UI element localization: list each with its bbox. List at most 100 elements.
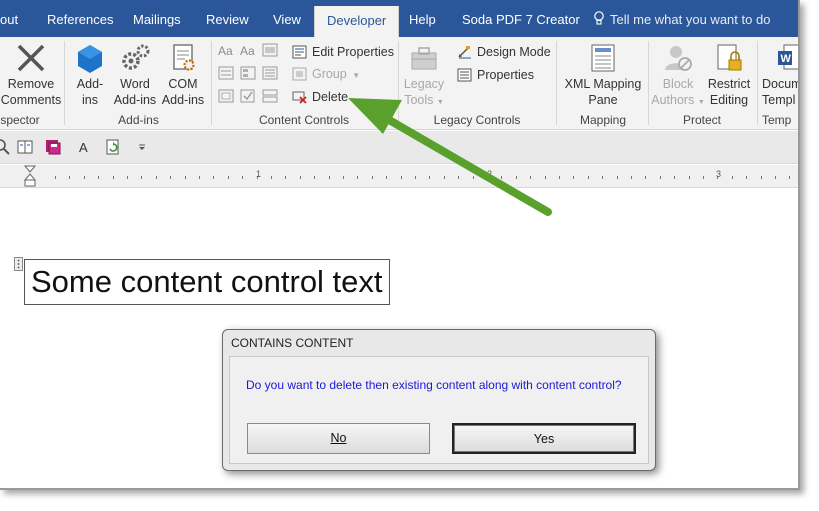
document-lock-icon <box>713 43 745 73</box>
ruler-tick <box>185 176 186 179</box>
ruler-tick <box>213 176 214 179</box>
group-label-mapping: Mapping <box>579 113 627 127</box>
design-mode-icon <box>457 45 472 59</box>
restrict-editing-label-1: Restrict <box>707 77 751 91</box>
block-authors-button[interactable]: Block Authors ▼ <box>651 43 705 111</box>
ruler-tick <box>458 176 459 179</box>
combo-box-control-icon[interactable] <box>240 66 256 80</box>
legacy-tools-button[interactable]: Legacy Tools ▼ <box>401 43 447 111</box>
ruler-tick <box>271 176 272 179</box>
tell-me-text: Tell me what you want to do <box>610 12 771 27</box>
ruler-tick <box>314 176 315 179</box>
tab-mailings[interactable]: Mailings <box>133 0 181 37</box>
rich-text-control-icon[interactable]: Aa <box>218 43 233 58</box>
ruler-tick <box>588 176 589 179</box>
document-template-label-2: Templ <box>762 93 796 107</box>
zoom-icon[interactable] <box>0 139 10 155</box>
restrict-editing-button[interactable]: Restrict Editing <box>705 43 753 108</box>
add-ins-button[interactable]: Add- ins <box>71 43 109 108</box>
remove-comments-label-1: Remove <box>7 77 55 91</box>
document-template-label-1: Docum <box>762 77 800 91</box>
group-label-templates: Temp <box>762 113 792 127</box>
xml-mapping-pane-button[interactable]: XML Mapping Pane <box>560 43 646 108</box>
content-control-handle[interactable] <box>14 257 23 271</box>
remove-comments-label-2: Comments <box>0 93 62 107</box>
ruler-tick <box>329 176 330 179</box>
properties-button[interactable]: Properties <box>457 65 534 85</box>
group-label-protect: Protect <box>682 113 721 127</box>
toolbox-icon <box>408 43 440 73</box>
tab-soda-pdf[interactable]: Soda PDF 7 Creator <box>462 0 580 37</box>
repeating-section-control-icon[interactable] <box>262 89 278 103</box>
ruler-tick <box>242 176 243 179</box>
tab-developer[interactable]: Developer <box>314 6 400 37</box>
ruler-tick <box>516 176 517 179</box>
ruler-tick <box>444 176 445 179</box>
drag-dots-icon <box>17 259 20 269</box>
group-label-legacy-controls: Legacy Controls <box>433 113 521 127</box>
com-add-ins-label-2: Add-ins <box>161 93 205 107</box>
block-authors-label-2: Authors ▼ <box>651 93 705 107</box>
ruler-tick <box>631 176 632 179</box>
tell-me-box[interactable]: Tell me what you want to do <box>593 0 770 37</box>
ruler-tick <box>689 176 690 179</box>
ribbon-developer: Remove Comments spector Add- ins Word Ad… <box>0 37 800 130</box>
tab-review[interactable]: Review <box>206 0 249 37</box>
design-mode-label: Design Mode <box>477 45 551 59</box>
ruler-tick <box>113 176 114 179</box>
group-button[interactable]: Group ▼ <box>292 64 360 84</box>
delete-button[interactable]: Delete <box>292 87 348 107</box>
edit-properties-button[interactable]: Edit Properties <box>292 42 394 62</box>
ruler-tick <box>285 176 286 179</box>
lightbulb-icon <box>594 11 604 25</box>
hexagon-icon <box>74 43 106 73</box>
word-add-ins-label-1: Word <box>120 77 150 91</box>
drop-down-list-control-icon[interactable] <box>262 66 278 80</box>
tab-view[interactable]: View <box>273 0 301 37</box>
ruler-mark: 2 <box>487 169 493 179</box>
ruler-tick <box>300 176 301 179</box>
block-authors-icon <box>662 43 694 73</box>
date-picker-control-icon[interactable] <box>218 89 234 103</box>
book-icon[interactable] <box>17 139 33 155</box>
picture-control-icon[interactable] <box>262 43 278 57</box>
word-add-ins-button[interactable]: Word Add-ins <box>112 43 158 108</box>
com-add-ins-button[interactable]: COM Add-ins <box>160 43 206 108</box>
ruler-tick <box>84 176 85 179</box>
customize-toolbar-icon[interactable] <box>135 139 151 155</box>
ruler-tick <box>545 176 546 179</box>
tab-help[interactable]: Help <box>409 0 436 37</box>
font-a-icon[interactable]: A <box>77 139 93 155</box>
svg-text:Aa: Aa <box>240 44 255 57</box>
check-box-control-icon[interactable] <box>240 89 255 103</box>
ruler-tick <box>602 176 603 179</box>
save-all-icon[interactable] <box>45 139 61 155</box>
ruler-tick <box>343 176 344 179</box>
tab-layout[interactable]: out <box>0 0 18 37</box>
remove-comments-button[interactable]: Remove Comments <box>0 43 62 108</box>
ruler-tick <box>559 176 560 179</box>
tab-references[interactable]: References <box>47 0 113 37</box>
group-separator <box>648 41 649 125</box>
document-template-button[interactable]: W Docum Templ <box>760 43 800 108</box>
group-separator <box>757 41 758 125</box>
dialog-message: Do you want to delete then existing cont… <box>246 378 622 392</box>
ruler-tick <box>789 176 790 179</box>
indent-marker-icon[interactable] <box>24 165 36 187</box>
ruler-tick <box>386 176 387 179</box>
no-button[interactable]: No <box>247 423 430 454</box>
plain-text-control-icon[interactable]: Aa <box>240 43 255 58</box>
ruler-tick <box>69 176 70 179</box>
building-block-control-icon[interactable] <box>218 66 234 80</box>
yes-button[interactable]: Yes <box>452 423 636 454</box>
ribbon-tab-bar: out References Mailings Review View Deve… <box>0 0 798 37</box>
refresh-document-icon[interactable] <box>105 139 121 155</box>
group-separator <box>64 41 65 125</box>
design-mode-button[interactable]: Design Mode <box>457 42 551 62</box>
group-icon <box>292 67 307 81</box>
ruler-tick <box>674 176 675 179</box>
word-add-ins-label-2: Add-ins <box>113 93 157 107</box>
ruler-tick <box>357 176 358 179</box>
horizontal-ruler[interactable]: 1 2 3 <box>0 165 798 188</box>
content-control-text[interactable]: Some content control text <box>24 259 390 305</box>
